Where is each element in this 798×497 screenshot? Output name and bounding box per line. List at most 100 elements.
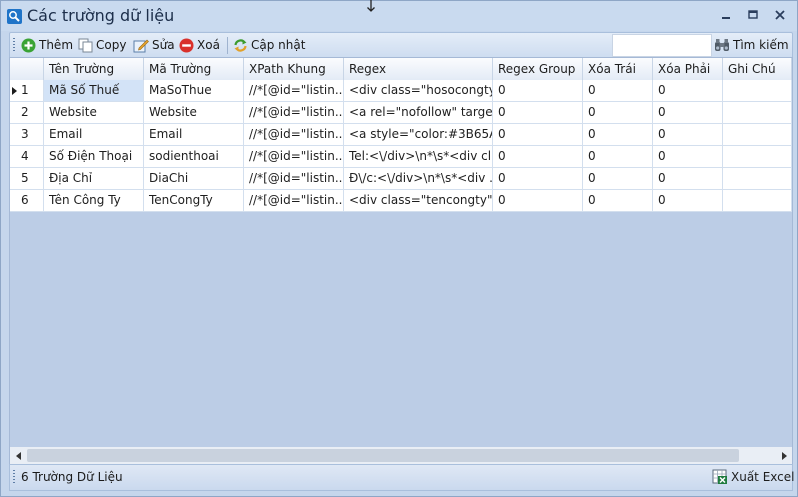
- col-ten-truong-header[interactable]: Tên Trường: [44, 58, 144, 80]
- update-button[interactable]: Cập nhật: [233, 36, 305, 54]
- table-cell[interactable]: 0: [493, 124, 583, 146]
- table-cell[interactable]: Tel:<\/div>\n*\s*<div cl...: [344, 146, 493, 168]
- table-cell[interactable]: 0: [653, 146, 723, 168]
- table-cell[interactable]: Website: [144, 102, 244, 124]
- table-cell[interactable]: //*[@id="listin...: [244, 190, 344, 212]
- minimize-icon[interactable]: [719, 9, 733, 21]
- scroll-thumb[interactable]: [27, 449, 739, 462]
- row-header[interactable]: 3: [10, 124, 44, 146]
- table-cell[interactable]: 0: [653, 190, 723, 212]
- table-cell[interactable]: TenCongTy: [144, 190, 244, 212]
- table-cell[interactable]: //*[@id="listin...: [244, 124, 344, 146]
- table-cell[interactable]: Đ\/c:<\/div>\n*\s*<div ...: [344, 168, 493, 190]
- col-regex-header[interactable]: Regex: [344, 58, 493, 80]
- table-cell[interactable]: //*[@id="listin...: [244, 102, 344, 124]
- horizontal-scrollbar[interactable]: [9, 447, 793, 465]
- table-row[interactable]: 1 Mã Số Thuế MaSoThue//*[@id="listin... <di…: [10, 80, 792, 102]
- table-row[interactable]: 5 Địa Chỉ DiaChi//*[@id="listin... Đ\/c:<\/…: [10, 168, 792, 190]
- row-header[interactable]: 2: [10, 102, 44, 124]
- row-number: 4: [21, 149, 29, 163]
- col-xoa-phai-header[interactable]: Xóa Phải: [653, 58, 723, 80]
- col-xoa-trai-header[interactable]: Xóa Trái: [583, 58, 653, 80]
- table-cell[interactable]: MaSoThue: [144, 80, 244, 102]
- row-header[interactable]: 1: [10, 80, 44, 102]
- move-cursor-icon: [367, 0, 375, 12]
- data-grid: Tên Trường Mã Trường XPath Khung Regex Regex…: [9, 57, 793, 449]
- copy-button[interactable]: Copy: [78, 36, 126, 54]
- toolbar-grip[interactable]: [13, 38, 15, 52]
- row-header[interactable]: 5: [10, 168, 44, 190]
- table-cell[interactable]: 0: [493, 146, 583, 168]
- table-cell[interactable]: [723, 190, 792, 212]
- table-cell[interactable]: [723, 168, 792, 190]
- table-cell[interactable]: [723, 124, 792, 146]
- table-cell[interactable]: <a style="color:#3B65A...: [344, 124, 493, 146]
- table-cell[interactable]: 0: [583, 190, 653, 212]
- status-grip: [13, 470, 15, 484]
- table-cell[interactable]: 0: [583, 168, 653, 190]
- table-cell[interactable]: Tên Công Ty: [44, 190, 144, 212]
- export-excel-button[interactable]: Xuất Excel: [712, 468, 795, 486]
- table-cell[interactable]: 0: [493, 102, 583, 124]
- table-cell[interactable]: 0: [583, 80, 653, 102]
- search-button[interactable]: Tìm kiếm: [714, 36, 789, 54]
- table-cell[interactable]: [723, 80, 792, 102]
- table-cell[interactable]: 0: [653, 102, 723, 124]
- table-cell[interactable]: [723, 102, 792, 124]
- edit-label: Sửa: [152, 38, 175, 52]
- table-cell[interactable]: sodienthoai: [144, 146, 244, 168]
- table-cell[interactable]: 0: [653, 124, 723, 146]
- table-cell[interactable]: 0: [493, 80, 583, 102]
- table-cell[interactable]: //*[@id="listin...: [244, 168, 344, 190]
- row-header[interactable]: 6: [10, 190, 44, 212]
- add-label: Thêm: [39, 38, 74, 52]
- scroll-left-icon[interactable]: [10, 447, 27, 464]
- table-row[interactable]: 2 Website Website//*[@id="listin... <a rel=…: [10, 102, 792, 124]
- toolbar: Thêm Copy Sửa Xoá Cập nhật Tìm kiếm: [9, 32, 793, 59]
- window-title: Các trường dữ liệu: [27, 6, 175, 25]
- edit-button[interactable]: Sửa: [133, 36, 175, 54]
- table-cell[interactable]: //*[@id="listin...: [244, 146, 344, 168]
- copy-label: Copy: [96, 38, 127, 52]
- row-header[interactable]: 4: [10, 146, 44, 168]
- table-row[interactable]: 3 Email Email//*[@id="listin... <a style="c…: [10, 124, 792, 146]
- search-input[interactable]: [612, 34, 712, 57]
- status-bar: 6 Trường Dữ Liệu Xuất Excel: [9, 464, 795, 491]
- app-search-icon: [7, 9, 22, 24]
- table-cell[interactable]: 0: [493, 190, 583, 212]
- table-cell[interactable]: 0: [583, 102, 653, 124]
- table-cell[interactable]: Website: [44, 102, 144, 124]
- delete-icon: [179, 38, 194, 52]
- table-cell[interactable]: <a rel="nofollow" target...: [344, 102, 493, 124]
- table-cell[interactable]: Số Điện Thoại: [44, 146, 144, 168]
- export-label: Xuất Excel: [731, 470, 795, 484]
- table-cell[interactable]: DiaChi: [144, 168, 244, 190]
- table-cell[interactable]: [723, 146, 792, 168]
- close-icon[interactable]: [773, 9, 787, 21]
- table-cell[interactable]: 0: [583, 146, 653, 168]
- table-cell[interactable]: Địa Chỉ: [44, 168, 144, 190]
- table-cell[interactable]: <div class="tencongty"...: [344, 190, 493, 212]
- table-cell[interactable]: 0: [653, 168, 723, 190]
- col-regex-group-header[interactable]: Regex Group: [493, 58, 583, 80]
- delete-label: Xoá: [197, 38, 220, 52]
- table-cell[interactable]: Mã Số Thuế: [44, 80, 144, 102]
- update-label: Cập nhật: [251, 38, 306, 52]
- delete-button[interactable]: Xoá: [179, 36, 220, 54]
- table-cell[interactable]: Email: [44, 124, 144, 146]
- table-cell[interactable]: 0: [583, 124, 653, 146]
- table-row[interactable]: 6 Tên Công Ty TenCongTy//*[@id="listin... <…: [10, 190, 792, 212]
- table-cell[interactable]: //*[@id="listin...: [244, 80, 344, 102]
- restore-icon[interactable]: [746, 9, 760, 21]
- table-cell[interactable]: 0: [653, 80, 723, 102]
- scroll-right-icon[interactable]: [775, 447, 792, 464]
- table-cell[interactable]: Email: [144, 124, 244, 146]
- table-row[interactable]: 4 Số Điện Thoại sodienthoai//*[@id="listin…: [10, 146, 792, 168]
- col-ghi-chu-header[interactable]: Ghi Chú: [723, 58, 792, 80]
- add-button[interactable]: Thêm: [21, 36, 73, 54]
- table-cell[interactable]: <div class="hosocongty...: [344, 80, 493, 102]
- col-ma-truong-header[interactable]: Mã Trường: [144, 58, 244, 80]
- table-cell[interactable]: 0: [493, 168, 583, 190]
- col-xpath-khung-header[interactable]: XPath Khung: [244, 58, 344, 80]
- title-bar: Các trường dữ liệu: [1, 0, 797, 31]
